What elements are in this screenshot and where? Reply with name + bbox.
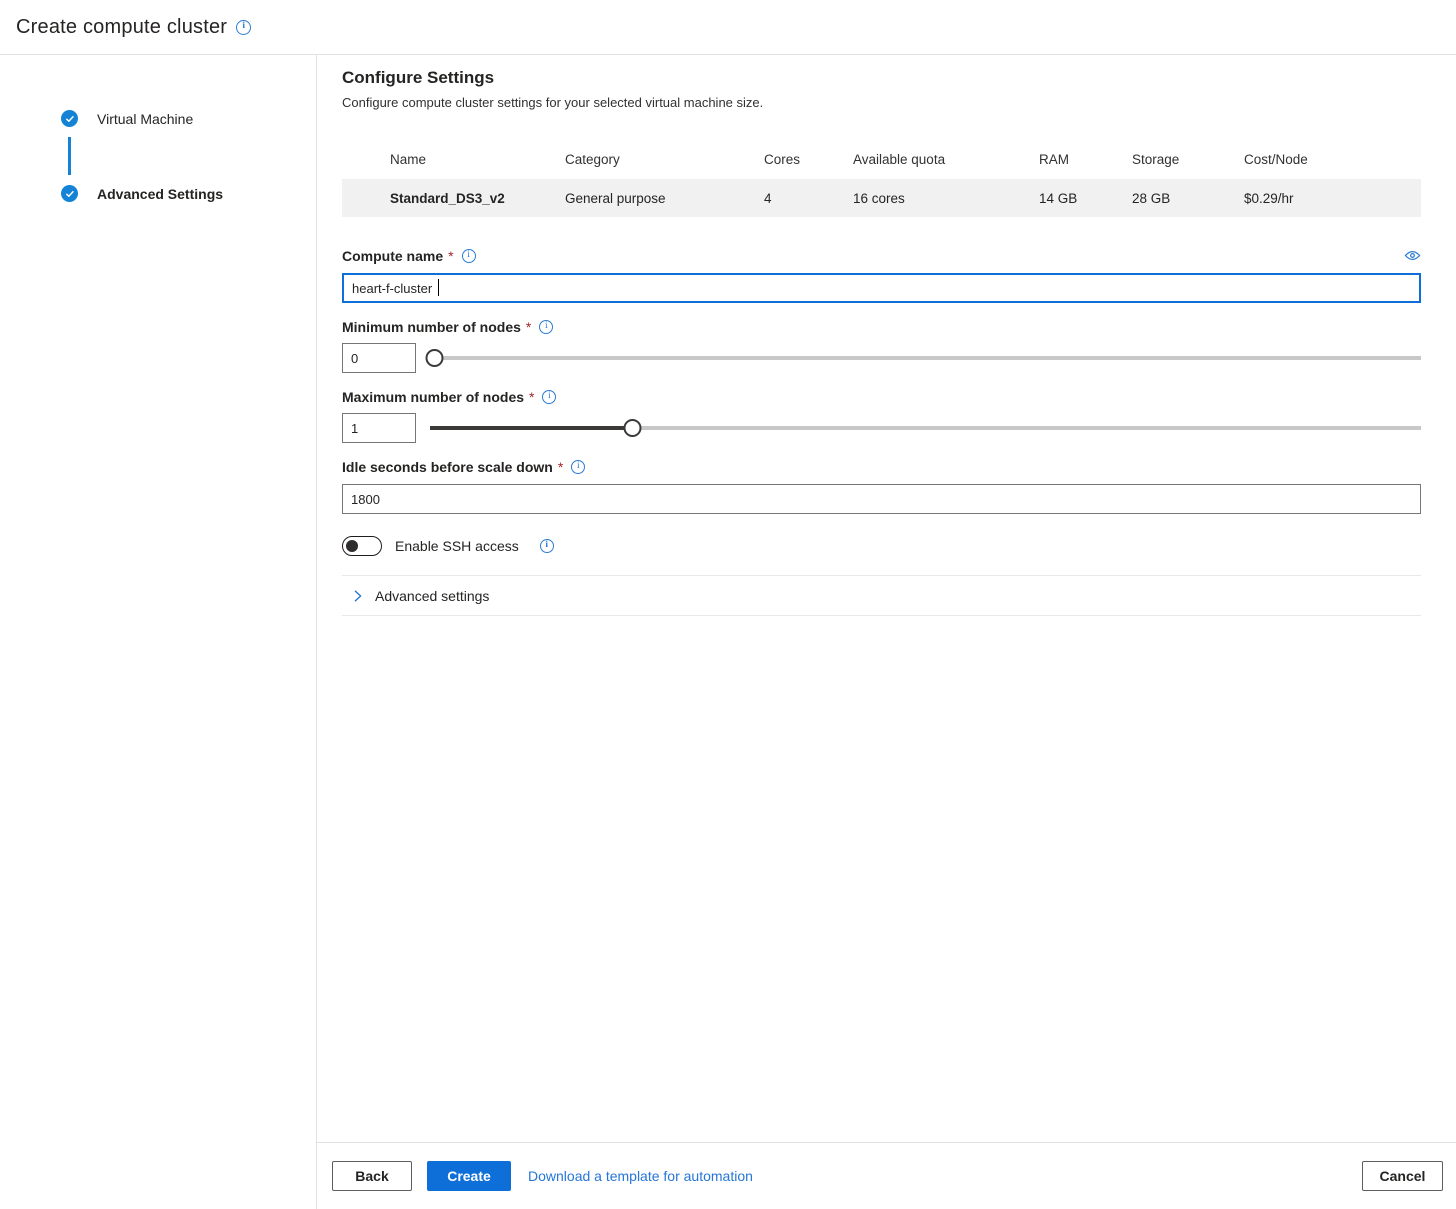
step-label: Virtual Machine (97, 111, 193, 127)
vm-category-cell: General purpose (565, 191, 764, 206)
vm-name-cell: Standard_DS3_v2 (342, 191, 565, 206)
create-compute-cluster-page: Create compute cluster i Virtual Machine… (0, 0, 1456, 1209)
vm-cores-cell: 4 (764, 191, 853, 206)
step-completed-check-icon (61, 185, 78, 202)
column-header-ram: RAM (1039, 152, 1132, 167)
cancel-button[interactable]: Cancel (1362, 1161, 1443, 1191)
slider-fill (430, 426, 628, 430)
ssh-access-toggle[interactable] (342, 536, 382, 556)
max-nodes-label: Maximum number of nodes (342, 389, 524, 405)
max-nodes-slider[interactable] (430, 413, 1421, 443)
idle-seconds-field: Idle seconds before scale down * i (342, 459, 1421, 514)
step-advanced-settings[interactable]: Advanced Settings (0, 185, 316, 202)
min-nodes-slider-handle[interactable] (426, 349, 444, 367)
advanced-settings-label: Advanced settings (375, 588, 489, 604)
advanced-settings-toggle[interactable]: Advanced settings (342, 576, 1421, 615)
page-title: Create compute cluster (16, 16, 227, 39)
step-label: Advanced Settings (97, 186, 223, 202)
min-nodes-input[interactable] (342, 343, 416, 373)
vm-cost-cell: $0.29/hr (1244, 191, 1373, 206)
eye-icon[interactable] (1404, 247, 1421, 264)
idle-seconds-input[interactable] (342, 484, 1421, 514)
page-header: Create compute cluster i (0, 0, 1456, 55)
toggle-knob (346, 540, 358, 552)
idle-seconds-label: Idle seconds before scale down (342, 459, 553, 475)
required-asterisk: * (558, 459, 563, 475)
column-header-name: Name (342, 152, 565, 167)
footer: Back Create Download a template for auto… (0, 1142, 1456, 1209)
text-caret (438, 279, 439, 296)
max-nodes-input[interactable] (342, 413, 416, 443)
required-asterisk: * (448, 248, 453, 264)
max-nodes-field: Maximum number of nodes * i (342, 389, 1421, 443)
ssh-access-label: Enable SSH access (395, 538, 519, 554)
min-nodes-slider[interactable] (430, 343, 1421, 373)
slider-track (430, 356, 1421, 360)
step-completed-check-icon (61, 110, 78, 127)
column-header-cost-node: Cost/Node (1244, 152, 1373, 167)
download-template-link[interactable]: Download a template for automation (528, 1168, 753, 1184)
column-header-storage: Storage (1132, 152, 1244, 167)
create-button[interactable]: Create (427, 1161, 511, 1191)
vm-ram-cell: 14 GB (1039, 191, 1132, 206)
min-nodes-info-icon[interactable]: i (539, 320, 553, 334)
step-virtual-machine[interactable]: Virtual Machine (0, 110, 316, 127)
min-nodes-field: Minimum number of nodes * i (342, 319, 1421, 373)
vm-table-header-row: Name Category Cores Available quota RAM … (342, 140, 1421, 179)
chevron-right-icon (351, 589, 365, 603)
vm-size-table: Name Category Cores Available quota RAM … (342, 140, 1421, 217)
section-subheading: Configure compute cluster settings for y… (342, 95, 1421, 110)
idle-seconds-info-icon[interactable]: i (571, 460, 585, 474)
page-title-info-icon[interactable]: i (236, 20, 251, 35)
column-header-available-quota: Available quota (853, 152, 1039, 167)
compute-name-info-icon[interactable]: i (462, 249, 476, 263)
advanced-settings-expander: Advanced settings (342, 575, 1421, 616)
vm-table-row[interactable]: Standard_DS3_v2 General purpose 4 16 cor… (342, 179, 1421, 217)
vm-storage-cell: 28 GB (1132, 191, 1244, 206)
stepper-connector (68, 137, 71, 175)
min-nodes-label: Minimum number of nodes (342, 319, 521, 335)
vm-quota-cell: 16 cores (853, 191, 1039, 206)
max-nodes-info-icon[interactable]: i (542, 390, 556, 404)
compute-name-field: Compute name * i (342, 247, 1421, 303)
wizard-stepper: Virtual Machine Advanced Settings (0, 55, 317, 1142)
max-nodes-slider-handle[interactable] (624, 419, 642, 437)
back-button[interactable]: Back (332, 1161, 412, 1191)
compute-name-input[interactable] (342, 273, 1421, 303)
column-header-cores: Cores (764, 152, 853, 167)
section-heading: Configure Settings (342, 68, 1421, 88)
compute-name-label: Compute name (342, 248, 443, 264)
column-header-category: Category (565, 152, 764, 167)
required-asterisk: * (529, 389, 534, 405)
main-content: Configure Settings Configure compute clu… (317, 55, 1456, 1142)
ssh-access-info-icon[interactable]: i (540, 539, 554, 553)
footer-left-spacer (0, 1142, 317, 1209)
ssh-access-row: Enable SSH access i (342, 536, 1421, 575)
required-asterisk: * (526, 319, 531, 335)
